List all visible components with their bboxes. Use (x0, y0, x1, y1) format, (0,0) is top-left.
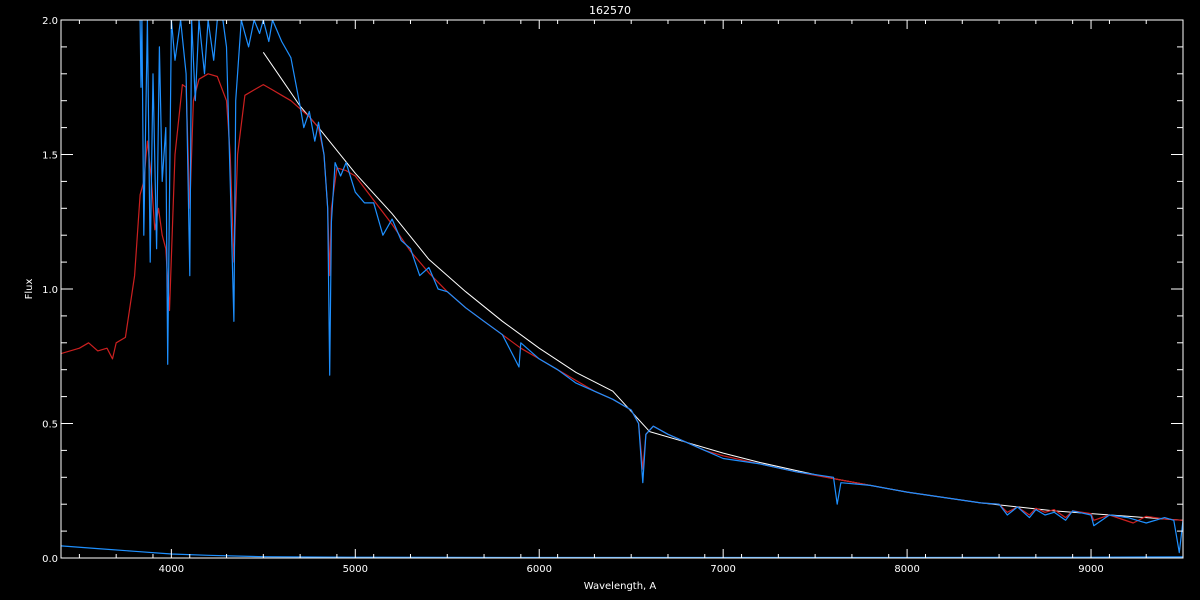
x-tick-label: 6000 (527, 564, 552, 575)
y-tick-label: 1.5 (42, 151, 58, 162)
y-tick-label: 0.5 (42, 420, 58, 431)
series-line-observed (139, 20, 1183, 554)
series-line-reference (262, 52, 1183, 521)
y-tick-label: 2.0 (42, 16, 58, 27)
x-tick-label: 8000 (894, 564, 919, 575)
y-tick-label: 1.0 (42, 285, 58, 296)
series-line-error (61, 545, 1183, 558)
y-axis-label: Flux (24, 279, 35, 300)
spectrum-chart: 162570 Wavelength, A Flux 4000 5000 6000 70… (24, 4, 1184, 592)
plot-area (61, 20, 1183, 558)
x-tick-label: 9000 (1078, 564, 1103, 575)
x-tick-label: 7000 (710, 564, 735, 575)
plot-frame (60, 19, 1184, 559)
y-tick-label: 0.0 (42, 554, 58, 565)
x-tick-label: 5000 (343, 564, 368, 575)
chart-title: 162570 (589, 4, 631, 17)
x-tick-label: 4000 (159, 564, 184, 575)
x-axis-label: Wavelength, A (584, 581, 657, 592)
